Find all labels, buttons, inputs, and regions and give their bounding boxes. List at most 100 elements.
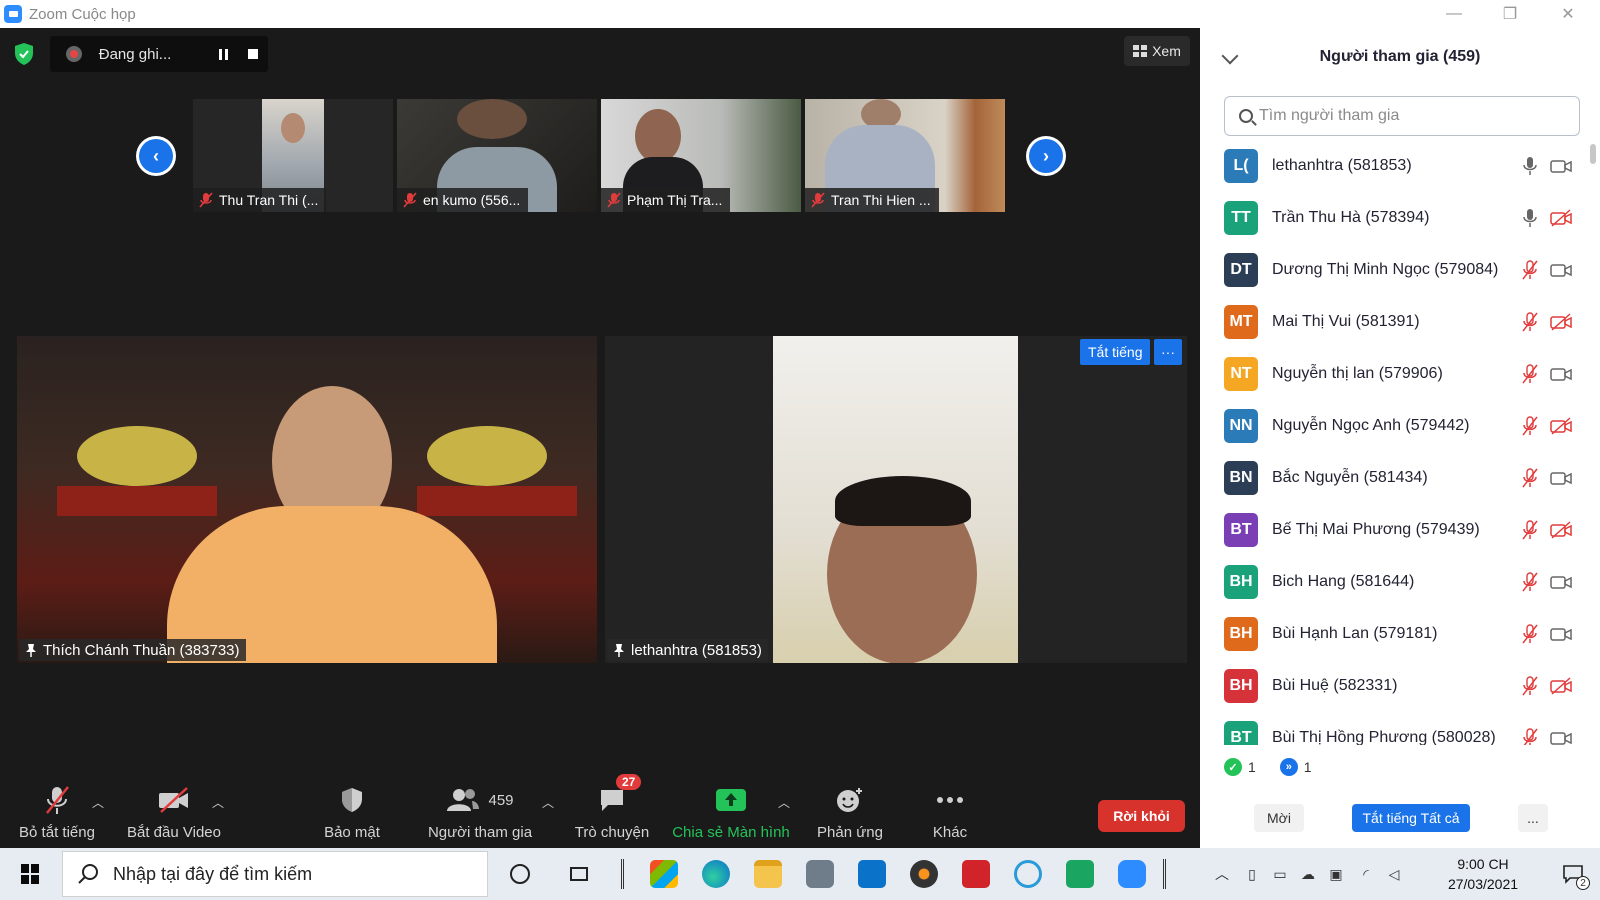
yes-check-icon[interactable]: ✓	[1224, 758, 1242, 776]
video-thumbnail[interactable]: Tran Thi Hien ...	[805, 99, 1005, 212]
panel-more-button[interactable]: ...	[1518, 804, 1548, 832]
stop-recording-button[interactable]	[238, 39, 268, 69]
restore-icon[interactable]: ❐	[1482, 0, 1538, 28]
wifi-icon[interactable]: ◜	[1356, 864, 1376, 884]
pause-recording-button[interactable]	[209, 39, 239, 69]
leave-meeting-button[interactable]: Rời khỏi	[1098, 800, 1185, 832]
taskbar-clock[interactable]: 9:00 CH 27/03/2021	[1428, 854, 1538, 894]
share-screen-button[interactable]: Chia sẻ Màn hình	[670, 780, 792, 848]
mute-all-button[interactable]: Tắt tiếng Tất cả	[1352, 804, 1470, 832]
cortana-icon[interactable]	[502, 856, 538, 892]
camera-off-icon[interactable]	[1550, 677, 1572, 695]
camera-on-icon[interactable]	[1550, 157, 1572, 175]
more-button[interactable]: Khác	[920, 780, 980, 848]
participant-row[interactable]: BH Bich Hang (581644)	[1200, 556, 1590, 608]
mic-muted-icon[interactable]	[1522, 520, 1538, 540]
volume-icon[interactable]: ◁	[1384, 864, 1404, 884]
language-indicator[interactable]: EN	[1176, 848, 1210, 868]
participants-options-caret-icon[interactable]: ︿	[542, 794, 554, 811]
participant-row[interactable]: BN Bắc Nguyễn (581434)	[1200, 452, 1590, 504]
camera-off-icon[interactable]	[1550, 521, 1572, 539]
store-icon[interactable]	[646, 856, 682, 892]
chat-button[interactable]: 27 Trò chuyện	[570, 774, 654, 848]
invite-button[interactable]: Mời	[1254, 804, 1304, 832]
mic-muted-icon[interactable]	[1522, 728, 1538, 745]
video-thumbnail[interactable]: en kumo (556...	[397, 99, 597, 212]
green-app-icon[interactable]	[1062, 856, 1098, 892]
video-tile-active[interactable]: lethanhtra (581853)	[605, 336, 1187, 663]
participant-search-input[interactable]	[1259, 107, 1559, 125]
video-thumbnail[interactable]: Phạm Thị Tra...	[601, 99, 801, 212]
minimize-icon[interactable]: —	[1426, 0, 1482, 28]
reactions-button[interactable]: Phản ứng	[812, 780, 888, 848]
participant-name: Bich Hang (581644)	[1272, 573, 1415, 590]
mic-on-icon[interactable]	[1522, 156, 1538, 176]
dictionary-app-icon[interactable]	[958, 856, 994, 892]
view-button[interactable]: Xem	[1124, 36, 1190, 66]
mail-icon[interactable]	[854, 856, 890, 892]
onedrive-icon[interactable]: ☁	[1298, 864, 1318, 884]
participant-row[interactable]: L(lethanhtra (581853)	[1200, 140, 1590, 192]
zoom-taskbar-icon[interactable]	[1114, 856, 1150, 892]
close-icon[interactable]: ✕	[1540, 0, 1596, 28]
mic-muted-icon[interactable]	[1522, 260, 1538, 280]
camera-on-icon[interactable]	[1550, 625, 1572, 643]
taskbar-search[interactable]	[62, 851, 488, 897]
participant-row[interactable]: MT Mai Thị Vui (581391)	[1200, 296, 1590, 348]
participant-row[interactable]: TT Trần Thu Hà (578394)	[1200, 192, 1590, 244]
mic-muted-icon[interactable]	[1522, 676, 1538, 696]
battery-icon[interactable]: ▭	[1270, 864, 1290, 884]
camera-on-icon[interactable]	[1550, 261, 1572, 279]
camera-off-icon[interactable]	[1550, 417, 1572, 435]
media-player-icon[interactable]	[906, 856, 942, 892]
notification-icon[interactable]: 2	[1560, 864, 1590, 890]
video-tile-main[interactable]: Thích Chánh Thuần (383733)	[17, 336, 597, 663]
tile-mute-button[interactable]: Tắt tiếng	[1080, 339, 1151, 365]
security-button[interactable]: Bảo mật	[316, 780, 388, 848]
device-icon[interactable]: ▯	[1242, 864, 1262, 884]
mic-muted-icon[interactable]	[1522, 624, 1538, 644]
taskbar-search-input[interactable]	[113, 863, 473, 885]
camera-off-icon[interactable]	[1550, 313, 1572, 331]
participant-row[interactable]: NN Nguyễn Ngọc Anh (579442)	[1200, 400, 1590, 452]
tile-more-button[interactable]: ···	[1154, 339, 1182, 365]
unmute-button[interactable]: Bỏ tắt tiếng	[14, 780, 100, 848]
participant-row[interactable]: BT Bùi Thị Hồng Phương (580028)	[1200, 712, 1590, 745]
camera-on-icon[interactable]	[1550, 573, 1572, 591]
strip-next-button[interactable]: ›	[1026, 136, 1066, 176]
participant-row[interactable]: NT Nguyễn thị lan (579906)	[1200, 348, 1590, 400]
camera-icon[interactable]	[802, 856, 838, 892]
screen-icon[interactable]: ▣	[1326, 864, 1346, 884]
participant-row[interactable]: DT Dương Thị Minh Ngọc (579084)	[1200, 244, 1590, 296]
mic-muted-icon[interactable]	[1522, 468, 1538, 488]
mic-muted-icon[interactable]	[1522, 312, 1538, 332]
audio-options-caret-icon[interactable]: ︿	[92, 794, 104, 811]
mic-muted-icon[interactable]	[1522, 416, 1538, 436]
participant-list-scrollbar[interactable]	[1590, 140, 1596, 745]
participant-row[interactable]: BT Bế Thị Mai Phương (579439)	[1200, 504, 1590, 556]
go-faster-icon[interactable]: »	[1279, 758, 1298, 776]
camera-on-icon[interactable]	[1550, 729, 1572, 745]
edge-browser-icon[interactable]	[698, 856, 734, 892]
snipping-tool-icon[interactable]	[1010, 856, 1046, 892]
video-options-caret-icon[interactable]: ︿	[212, 794, 224, 811]
encryption-shield-icon[interactable]	[13, 42, 35, 66]
participant-row[interactable]: BH Bùi Hạnh Lan (579181)	[1200, 608, 1590, 660]
start-video-button[interactable]: Bắt đầu Video	[124, 780, 224, 848]
strip-prev-button[interactable]: ‹	[136, 136, 176, 176]
task-view-icon[interactable]	[561, 856, 597, 892]
video-thumbnail[interactable]: Thu Tran Thi (...	[193, 99, 393, 212]
mic-muted-icon[interactable]	[1522, 364, 1538, 384]
camera-off-icon[interactable]	[1550, 209, 1572, 227]
tray-expand-icon[interactable]: ︿	[1212, 864, 1232, 884]
mic-on-icon[interactable]	[1522, 208, 1538, 228]
participant-search[interactable]	[1224, 96, 1580, 136]
share-options-caret-icon[interactable]: ︿	[778, 794, 790, 811]
mic-muted-icon[interactable]	[1522, 572, 1538, 592]
participants-button[interactable]: 459 Người tham gia	[420, 780, 540, 848]
camera-on-icon[interactable]	[1550, 365, 1572, 383]
windows-start-icon[interactable]	[12, 860, 48, 888]
participant-row[interactable]: BH Bùi Huệ (582331)	[1200, 660, 1590, 712]
camera-on-icon[interactable]	[1550, 469, 1572, 487]
file-explorer-icon[interactable]	[750, 856, 786, 892]
